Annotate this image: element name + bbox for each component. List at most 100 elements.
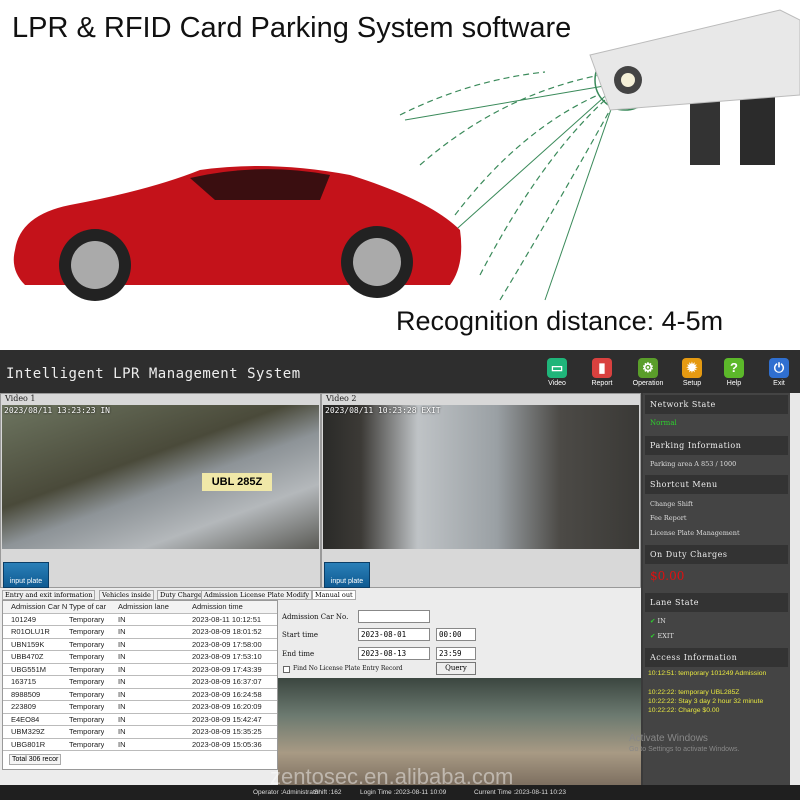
table-row[interactable]: 8988509 Temporary IN 2023-08-09 16:24:58 (3, 689, 277, 701)
duty-charges-value: $0.00 (650, 569, 685, 583)
toolbar-setup-button[interactable]: ✹ Setup (672, 358, 712, 387)
start-date-select[interactable]: 2023-08-01 (358, 628, 430, 641)
tab-plate-modify[interactable]: Admission License Plate Modify (201, 590, 313, 600)
shortcut-fee-report[interactable]: Fee Report (650, 514, 686, 522)
column-header[interactable]: Type of car (69, 602, 106, 611)
table-cell: E4EO84 (11, 714, 40, 724)
video-timestamp: 2023/08/11 10:23:28 EXIT (325, 406, 441, 415)
checkbox-label: Find No License Plate Entry Record (293, 665, 403, 672)
shift-status: Shift :162 (314, 789, 342, 796)
records-area: Entry and exit information Vehicles insi… (0, 588, 641, 785)
table-cell: 2023-08-09 18:01:52 (192, 627, 262, 636)
table-cell: 2023-08-09 16:20:09 (192, 702, 262, 711)
table-cell: Temporary (69, 614, 105, 624)
access-log-entry: 10:22:22: temporary UBL285Z (648, 689, 740, 696)
table-cell: 2023-08-09 17:58:00 (192, 639, 262, 649)
title-bar: Intelligent LPR Management System ▭ Video… (0, 350, 800, 393)
lane-label: EXIT (657, 632, 674, 640)
end-time-spinner[interactable]: 23:59 (436, 647, 476, 660)
table-cell: R01OLU1R (11, 627, 50, 636)
activate-windows-subtitle: Go to Settings to activate Windows. (629, 746, 740, 753)
lane-in: ✔ IN (650, 617, 666, 625)
input-plate-button[interactable]: input plate (3, 562, 49, 588)
table-cell: UBG551M (11, 664, 47, 674)
table-row[interactable]: 101249 Temporary IN 2023-08-11 10:12:51 (3, 614, 277, 626)
toolbar-label: Help (726, 380, 742, 387)
tab-manual-out[interactable]: Manual out (312, 590, 356, 600)
table-cell: UBM329Z (11, 727, 45, 736)
monitor-icon: ▭ (547, 358, 567, 378)
access-info-header: Access Information (645, 648, 788, 667)
toolbar-label: Exit (773, 380, 785, 387)
toolbar-label: Operation (632, 380, 664, 387)
help-icon: ? (724, 358, 744, 378)
table-row[interactable]: UBB470Z Temporary IN 2023-08-09 17:53:10 (3, 651, 277, 664)
end-date-select[interactable]: 2023-08-13 (358, 647, 430, 660)
hero-illustration (13, 9, 800, 301)
end-time-label: End time (282, 650, 315, 658)
query-button[interactable]: Query (436, 662, 476, 675)
start-time-label: Start time (282, 631, 318, 639)
no-plate-checkbox[interactable] (283, 666, 290, 673)
table-cell: Temporary (69, 689, 105, 699)
table-cell: 2023-08-09 16:37:07 (192, 677, 262, 686)
table-row[interactable]: 223809 Temporary IN 2023-08-09 16:20:09 (3, 701, 277, 714)
table-cell: IN (118, 689, 126, 699)
table-cell: Temporary (69, 702, 105, 711)
shortcut-menu-header: Shortcut Menu (645, 475, 788, 494)
car-no-input[interactable] (358, 610, 430, 623)
table-cell: Temporary (69, 727, 105, 736)
info-sidebar: Network State Normal Parking Information… (629, 393, 790, 785)
hero-banner: LPR & RFID Card Parking System software … (0, 0, 800, 350)
table-cell: IN (118, 664, 126, 674)
toolbar-label: Setup (682, 380, 702, 387)
toolbar-operation-button[interactable]: ⚙ Operation (628, 358, 668, 387)
network-state-value: Normal (650, 419, 677, 427)
table-row[interactable]: 163715 Temporary IN 2023-08-09 16:37:07 (3, 676, 277, 689)
table-cell: IN (118, 727, 126, 736)
report-icon: ▮ (592, 358, 612, 378)
toolbar-label: Report (591, 380, 613, 387)
input-plate-button[interactable]: input plate (324, 562, 370, 588)
access-log-entry: 10:22:22: Charge $0.00 (648, 707, 720, 714)
shortcut-plate-management[interactable]: License Plate Management (650, 529, 740, 537)
toolbar-video-button[interactable]: ▭ Video (537, 358, 577, 387)
table-cell: 2023-08-11 10:12:51 (192, 614, 262, 624)
table-cell: IN (118, 614, 126, 624)
table-cell: IN (118, 714, 126, 724)
table-cell: Temporary (69, 652, 105, 661)
operator-status: Operator :Administrator (253, 789, 321, 796)
tab-entry-exit[interactable]: Entry and exit information (2, 590, 96, 600)
manual-out-panel: Admission Car No. Start time 2023-08-01 … (278, 600, 641, 785)
table-cell: Temporary (69, 664, 105, 674)
table-row[interactable]: R01OLU1R Temporary IN 2023-08-09 18:01:52 (3, 626, 277, 639)
column-header[interactable]: Admission time (192, 602, 243, 611)
table-row[interactable]: UBM329Z Temporary IN 2023-08-09 15:35:25 (3, 726, 277, 739)
parking-count: Parking area A 853 / 1000 (650, 460, 737, 468)
video-label: Video 1 (5, 394, 36, 403)
table-row[interactable]: UBN159K Temporary IN 2023-08-09 17:58:00 (3, 639, 277, 651)
table-row[interactable]: UBG801R Temporary IN 2023-08-09 15:05:36 (3, 739, 277, 751)
table-row[interactable]: UBG551M Temporary IN 2023-08-09 17:43:39 (3, 664, 277, 676)
table-cell: Temporary (69, 627, 105, 636)
table-cell: IN (118, 739, 126, 749)
table-cell: Temporary (69, 677, 105, 686)
table-cell: 2023-08-09 17:43:39 (192, 664, 262, 674)
column-header[interactable]: Admission lane (118, 602, 169, 611)
sidebar-scrollbar[interactable] (790, 393, 800, 785)
table-row[interactable]: E4EO84 Temporary IN 2023-08-09 15:42:47 (3, 714, 277, 726)
toolbar-report-button[interactable]: ▮ Report (582, 358, 622, 387)
column-header[interactable]: Admission Car N (11, 602, 67, 611)
tab-vehicles-inside[interactable]: Vehicles inside (99, 590, 154, 600)
operation-icon: ⚙ (638, 358, 658, 378)
start-time-spinner[interactable]: 00:00 (436, 628, 476, 641)
activate-windows-title: Activate Windows (629, 733, 708, 744)
shortcut-change-shift[interactable]: Change Shift (650, 500, 693, 508)
toolbar-exit-button[interactable]: ⏻ Exit (759, 358, 799, 387)
check-icon: ✔ (650, 632, 656, 640)
table-cell: Temporary (69, 739, 105, 749)
car-illustration (13, 166, 462, 301)
toolbar-help-button[interactable]: ? Help (714, 358, 754, 387)
table-cell: UBG801R (11, 739, 46, 749)
tab-duty-charge[interactable]: Duty Charge (157, 590, 205, 600)
